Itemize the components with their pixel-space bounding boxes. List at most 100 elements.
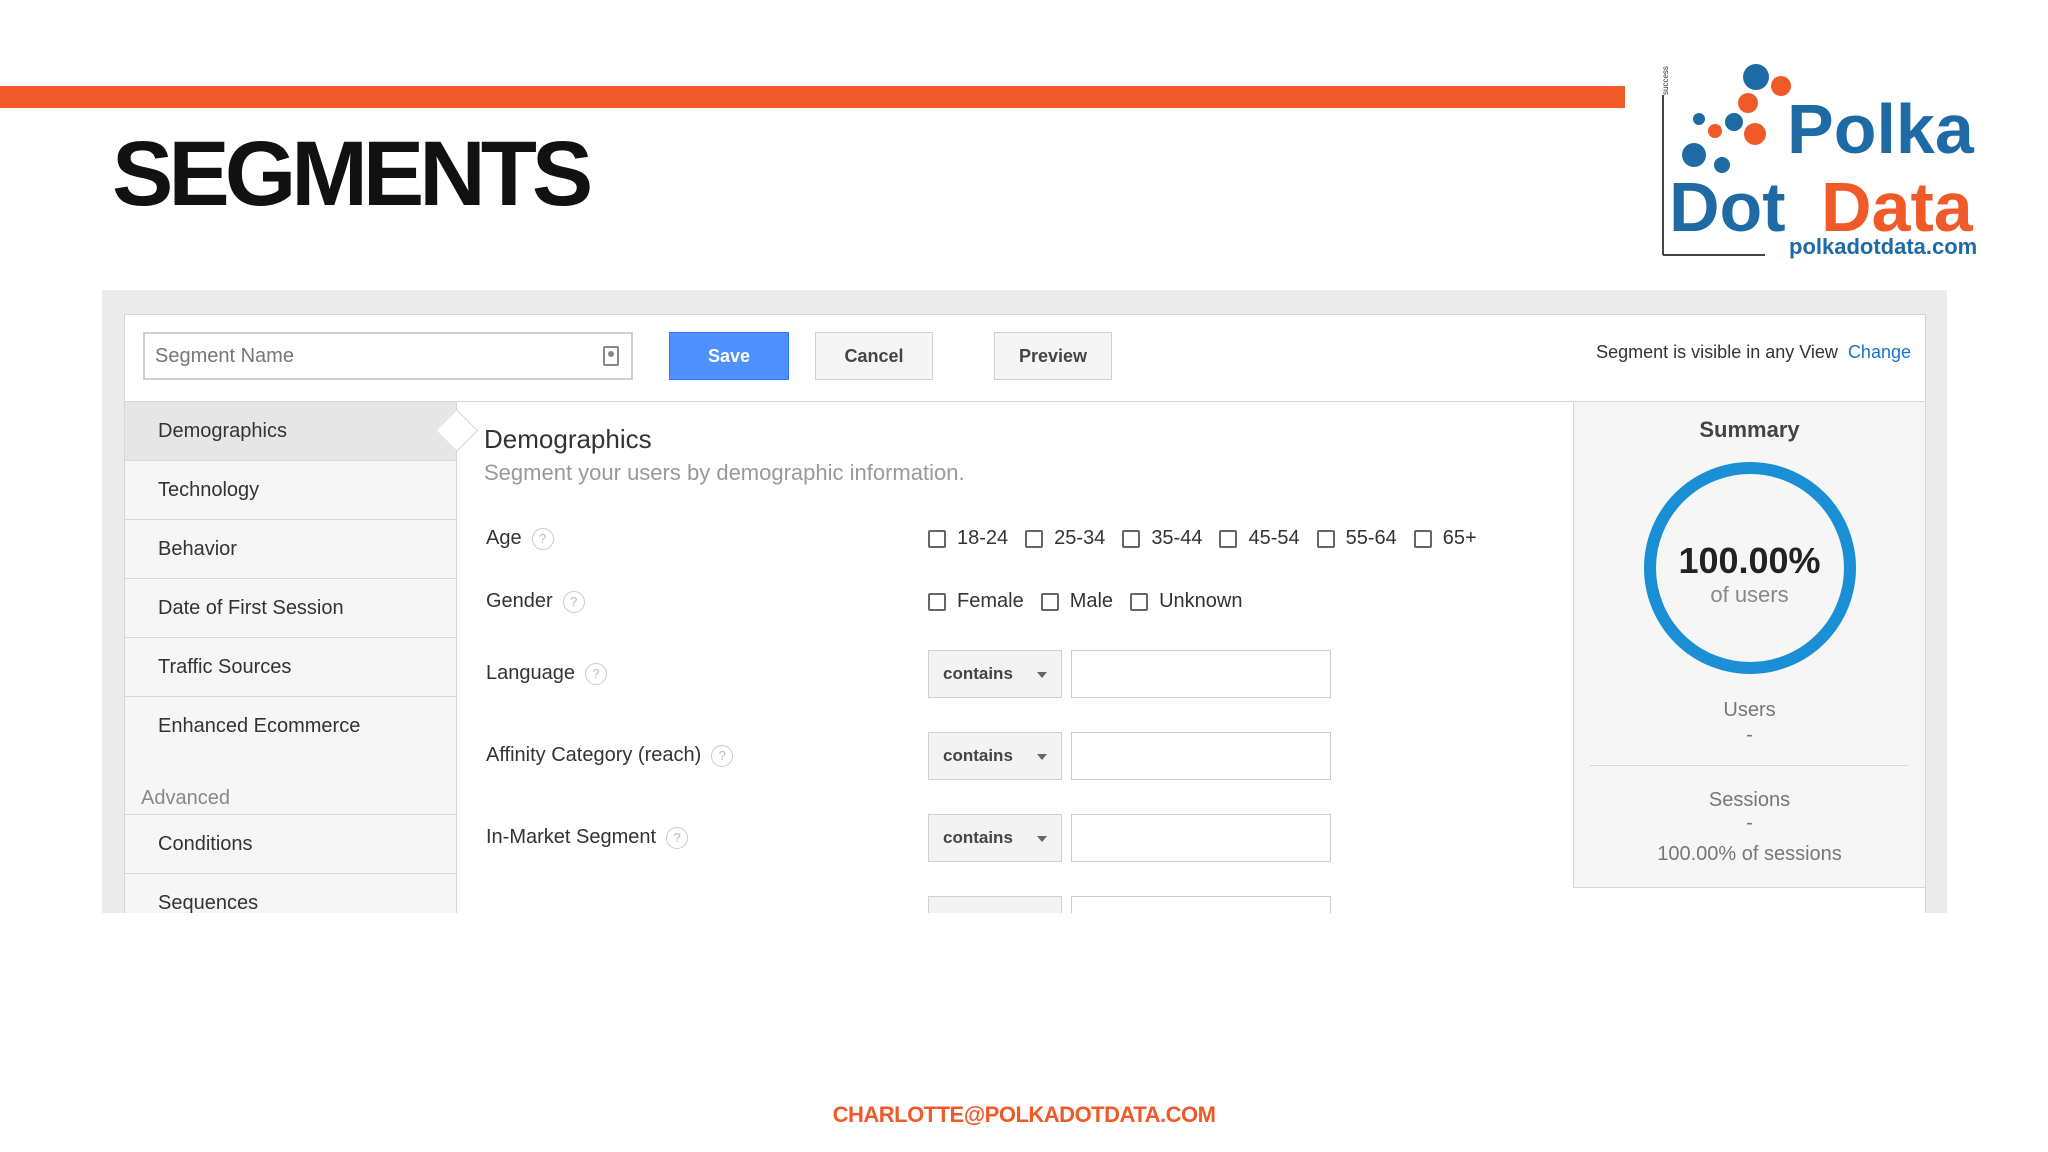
sidebar-item-label: Enhanced Ecommerce [158,714,361,737]
affinity-label: Affinity Category (reach) [486,744,702,766]
segment-sidebar: Demographics Technology Behavior Date of… [125,402,457,913]
affinity-row-label: Affinity Category (reach) ? [486,744,734,767]
sidebar-item-label: Technology [158,478,260,501]
sidebar-item-label: Date of First Session [158,596,344,619]
logo-dot [1682,143,1706,167]
help-icon[interactable]: ? [531,527,554,550]
gender-option-male[interactable]: Male [1040,590,1114,613]
save-button[interactable]: Save [669,332,789,380]
preview-button[interactable]: Preview [994,332,1112,380]
help-icon[interactable]: ? [711,744,734,767]
language-row-label: Language ? [486,662,607,685]
dropdown-value: contains [943,746,1013,765]
gender-option-unknown[interactable]: Unknown [1130,590,1242,613]
logo-side-text: success [1661,66,1670,95]
sessions-percent: 100.00% of sessions [1657,843,1842,865]
gender-row-label: Gender ? [486,590,585,613]
sidebar-item-date-of-first-session[interactable]: Date of First Session [125,579,456,638]
next-operator-dropdown[interactable] [928,896,1062,913]
chevron-down-icon [1037,754,1047,760]
checkbox[interactable] [1316,529,1335,548]
segment-name-input[interactable] [145,334,595,378]
cancel-button[interactable]: Cancel [815,332,933,380]
checkbox[interactable] [1219,529,1238,548]
age-option-18-24[interactable]: 18-24 [928,527,1008,550]
logo-dot [1725,113,1743,131]
chevron-down-icon [1037,836,1047,842]
sidebar-item-behavior[interactable]: Behavior [125,520,456,579]
contact-card-icon[interactable] [603,346,619,366]
option-label: Female [957,590,1024,612]
sidebar-item-label: Sequences [158,891,259,914]
age-options: 18-24 25-34 35-44 45-54 55-64 65+ [928,527,1494,550]
sidebar-item-traffic-sources[interactable]: Traffic Sources [125,638,456,697]
language-operator-dropdown[interactable]: contains [928,650,1062,698]
dropdown-value: contains [943,828,1013,847]
in-market-label: In-Market Segment [486,826,657,848]
help-icon[interactable]: ? [584,662,607,685]
demographics-panel: Demographics Segment your users by demog… [457,402,1570,913]
affinity-operator-dropdown[interactable]: contains [928,732,1062,780]
logo-dot [1744,123,1766,145]
sidebar-item-label: Behavior [158,537,237,560]
checkbox[interactable] [1025,529,1044,548]
accent-bar [0,86,1625,108]
dropdown-value: contains [943,664,1013,683]
language-value-input[interactable] [1071,650,1331,698]
checkbox[interactable] [928,592,946,611]
language-label: Language [486,662,575,684]
segment-toolbar: Save Cancel Preview Segment is visible i… [125,315,1925,402]
summary-percent: 100.00% [1678,540,1821,581]
checkbox[interactable] [1413,529,1432,548]
option-label: 65+ [1442,527,1477,549]
logo-dot [1743,64,1769,90]
logo-dot [1708,124,1722,138]
in-market-row-label: In-Market Segment ? [486,826,689,849]
logo-text-polka: Polka [1787,90,1975,168]
in-market-operator-dropdown[interactable]: contains [928,814,1062,862]
option-label: Male [1069,590,1114,612]
segment-name-field[interactable] [143,332,633,380]
users-value: - [1746,724,1753,746]
sidebar-item-technology[interactable]: Technology [125,461,456,520]
summary-title: Summary [1699,417,1800,442]
sidebar-item-label: Traffic Sources [158,655,292,678]
sidebar-item-conditions[interactable]: Conditions [125,815,456,874]
logo-dot [1738,93,1758,113]
logo-text-dot: Dot [1669,168,1786,246]
section-title: Demographics [484,424,652,454]
sidebar-item-sequences[interactable]: Sequences [125,874,456,913]
option-label: 18-24 [957,527,1009,549]
affinity-value-input[interactable] [1071,732,1331,780]
help-icon[interactable]: ? [562,590,585,613]
in-market-value-input[interactable] [1071,814,1331,862]
visibility-text: Segment is visible in any View [1596,342,1838,362]
sidebar-item-demographics[interactable]: Demographics [125,402,456,461]
logo-dot [1693,113,1705,125]
visibility-info: Segment is visible in any View Change [1596,342,1911,363]
checkbox[interactable] [1130,592,1149,611]
change-link[interactable]: Change [1848,342,1911,362]
gender-option-female[interactable]: Female [928,590,1024,613]
age-option-25-34[interactable]: 25-34 [1025,527,1105,550]
option-label: Unknown [1159,590,1243,612]
next-value-input[interactable] [1071,896,1331,913]
summary-percent-sub: of users [1710,582,1789,607]
checkbox[interactable] [1040,592,1059,611]
sidebar-item-label: Conditions [158,832,253,855]
sessions-label: Sessions [1708,789,1791,811]
summary-panel: Summary 100.00% of users Users - Session… [1573,402,1925,888]
checkbox[interactable] [928,529,946,548]
sessions-value: - [1746,812,1753,834]
help-icon[interactable]: ? [666,826,689,849]
sidebar-item-enhanced-ecommerce[interactable]: Enhanced Ecommerce [125,697,456,755]
option-label: 55-64 [1345,527,1397,549]
age-option-65-plus[interactable]: 65+ [1413,527,1477,550]
age-option-55-64[interactable]: 55-64 [1316,527,1397,550]
option-label: 45-54 [1248,527,1300,549]
checkbox[interactable] [1122,529,1141,548]
age-option-35-44[interactable]: 35-44 [1122,527,1202,550]
age-option-45-54[interactable]: 45-54 [1219,527,1300,550]
slide-title: SEGMENTS [112,123,593,225]
